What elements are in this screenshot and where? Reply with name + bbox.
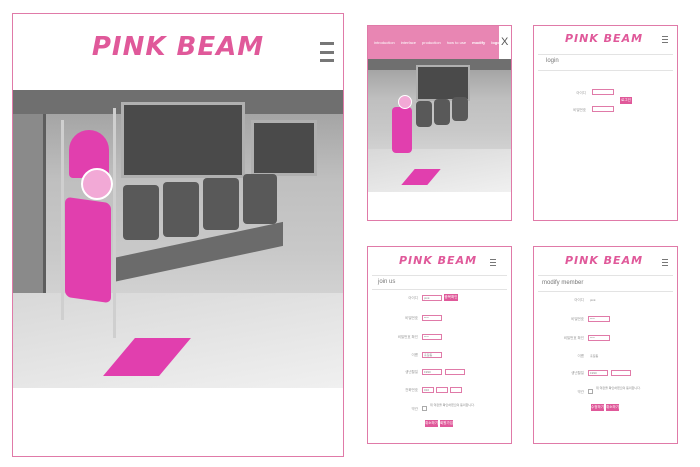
phone-input-2[interactable] [436, 387, 448, 393]
field-label: 이름 [577, 354, 584, 358]
password-input[interactable] [592, 106, 614, 112]
name-input[interactable]: 홍길동 [588, 353, 608, 359]
home-panel: PINK BEAM [12, 13, 344, 457]
nav-item-introduction[interactable]: introduction [374, 40, 395, 45]
modify-button[interactable]: 수정하기 [591, 404, 604, 411]
nav-item-production[interactable]: production [422, 40, 441, 45]
password-input[interactable]: **** [422, 315, 442, 321]
field-label: 생년월일 [571, 371, 584, 375]
hamburger-icon[interactable] [490, 259, 496, 266]
birthdate-month-input[interactable] [445, 369, 465, 375]
terms-text: 위 약관을 확인하였으며 동의합니다. [430, 403, 475, 407]
phone-input-3[interactable] [450, 387, 462, 393]
page-title: login [546, 58, 559, 64]
site-logo[interactable]: PINK BEAM [564, 254, 644, 267]
id-input[interactable]: pink [422, 295, 442, 301]
birthdate-input[interactable]: 1990 [422, 369, 442, 375]
field-label: 이름 [411, 353, 418, 357]
site-logo[interactable]: PINK BEAM [398, 254, 478, 267]
field-label: 생년월일 [405, 370, 418, 374]
field-label: 아이디 [574, 298, 584, 302]
field-label: 아이디 [408, 296, 418, 300]
submit-button[interactable]: 회원가입 [440, 420, 453, 427]
password-confirm-input[interactable]: **** [588, 335, 610, 341]
login-button[interactable]: 로그인 [620, 97, 632, 104]
terms-text: 위 약관을 확인하였으며 동의합니다. [596, 386, 641, 390]
birthdate-input[interactable]: 1990 [588, 370, 608, 376]
modify-panel: PINK BEAM modify member 아이디 pink 비밀번호 **… [533, 246, 678, 444]
password-label: 비밀번호 [573, 108, 586, 112]
hamburger-icon[interactable] [320, 42, 334, 62]
nav-item-modify[interactable]: modify [472, 40, 485, 45]
close-icon[interactable]: X [501, 36, 508, 48]
terms-label: 약관 [411, 407, 418, 411]
check-duplicate-button[interactable]: 중복확인 [444, 294, 458, 301]
field-label: 비밀번호 [571, 317, 584, 321]
nav-bar: introduction interface production how to… [368, 26, 503, 59]
field-label: 전화번호 [405, 388, 418, 392]
site-logo[interactable]: PINK BEAM [83, 32, 273, 62]
hero-image-small [368, 59, 511, 192]
terms-checkbox[interactable] [422, 406, 427, 411]
mobile-nav-panel: introduction interface production how to… [367, 25, 512, 221]
phone-input-1[interactable]: 010 [422, 387, 434, 393]
field-label: 비밀번호 확인 [397, 335, 418, 339]
password-confirm-input[interactable]: **** [422, 334, 442, 340]
terms-label: 약관 [577, 390, 584, 394]
page-title: join us [378, 279, 396, 285]
cancel-button[interactable]: 취소하기 [425, 420, 438, 427]
terms-checkbox[interactable] [588, 389, 593, 394]
password-input[interactable]: **** [588, 316, 610, 322]
page-title: modify member [542, 280, 584, 286]
login-panel: PINK BEAM login 아이디 비밀번호 로그인 [533, 25, 678, 221]
hero-image [13, 90, 343, 388]
nav-item-interface[interactable]: interface [401, 40, 416, 45]
birthdate-month-input[interactable] [611, 370, 631, 376]
cancel-button[interactable]: 취소하기 [606, 404, 619, 411]
id-input[interactable] [592, 89, 614, 95]
id-input[interactable]: pink [588, 297, 608, 303]
site-logo[interactable]: PINK BEAM [564, 32, 644, 45]
field-label: 비밀번호 [405, 316, 418, 320]
field-label: 비밀번호 확인 [563, 336, 584, 340]
join-panel: PINK BEAM join us 아이디 pink 중복확인 비밀번호 ***… [367, 246, 512, 444]
hamburger-icon[interactable] [662, 259, 668, 266]
id-label: 아이디 [576, 91, 586, 95]
name-input[interactable]: 홍길동 [422, 352, 442, 358]
nav-item-how-to-use[interactable]: how to use [447, 40, 466, 45]
hamburger-icon[interactable] [662, 36, 668, 43]
